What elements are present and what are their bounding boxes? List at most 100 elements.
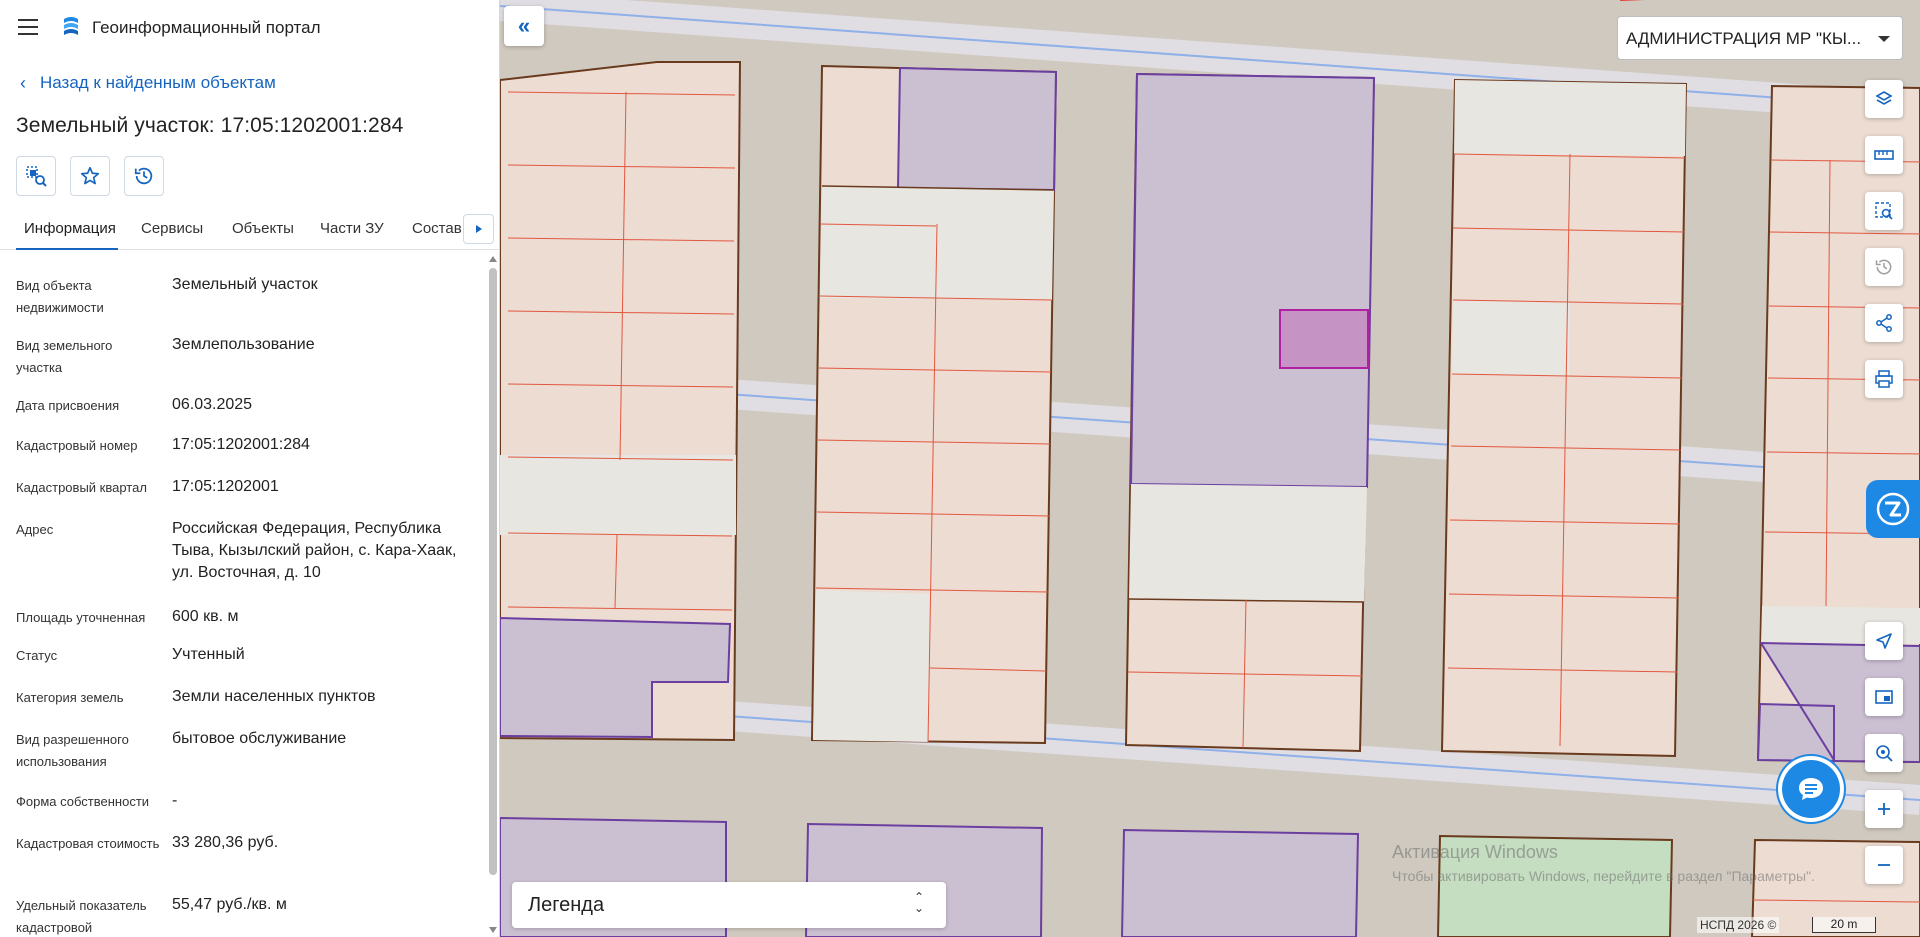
properties-list: Вид объекта недвижимости Земельный участ… — [0, 258, 485, 937]
show-on-map-button[interactable] — [16, 156, 56, 196]
prop-value: бытовое обслуживание — [172, 730, 347, 747]
prop-label: Удельный показатель кадастровой — [16, 898, 147, 935]
print-button[interactable] — [1865, 360, 1903, 398]
minimap-icon — [1875, 690, 1893, 704]
block-e — [1756, 84, 1920, 764]
block-b — [810, 64, 1058, 745]
panel-scrollbar[interactable] — [487, 254, 499, 937]
collapse-panel-button[interactable]: « — [504, 6, 544, 46]
prop-label: Кадастровый квартал — [16, 480, 147, 495]
block-d — [1440, 78, 1688, 758]
back-to-results-link[interactable]: ‹ Назад к найденным объектам — [20, 73, 276, 93]
prop-label: Кадастровый номер — [16, 438, 138, 453]
zoom-in-button[interactable] — [1865, 790, 1903, 828]
minimap-button[interactable] — [1865, 678, 1903, 716]
selected-parcel[interactable] — [1279, 309, 1369, 369]
prop-label: Вид объекта недвижимости — [16, 278, 104, 315]
prop-value: Землепользование — [172, 336, 315, 353]
history-icon — [134, 167, 153, 185]
prop-label: Вид земельного участка — [16, 338, 113, 375]
object-actions — [16, 156, 164, 196]
block-c — [1124, 72, 1376, 753]
history-map-button[interactable] — [1865, 248, 1903, 286]
print-icon — [1875, 370, 1893, 388]
chat-button[interactable] — [1782, 760, 1840, 818]
prop-label: Кадастровая стоимость — [16, 836, 160, 851]
prop-value: 17:05:1202001:284 — [172, 436, 310, 453]
tabs-scroll-right-button[interactable] — [463, 214, 494, 244]
scroll-down-arrow-icon[interactable] — [489, 927, 497, 933]
scrollbar-thumb[interactable] — [489, 268, 497, 875]
windows-activation-text: Чтобы активировать Windows, перейдите в … — [1392, 868, 1815, 884]
history-button[interactable] — [124, 156, 164, 196]
geolocation-button[interactable] — [1865, 734, 1903, 772]
prop-value: 06.03.2025 — [172, 396, 253, 413]
organization-select[interactable]: АДМИНИСТРАЦИЯ МР "КЫ... — [1617, 16, 1903, 60]
prop-label: Площадь уточненная — [16, 610, 146, 625]
tab-services[interactable]: Сервисы — [141, 220, 203, 237]
tabs-bar: Информация Сервисы Объекты Части ЗУ Сост… — [0, 212, 500, 250]
layers-icon — [1875, 91, 1893, 105]
legend-panel[interactable]: Легенда ⌃ ⌄ — [512, 882, 946, 928]
info-panel: Геоинформационный портал ‹ Назад к найде… — [0, 0, 500, 937]
back-link-label: Назад к найденным объектам — [40, 73, 276, 92]
expand-collapse-icon: ⌃ ⌄ — [913, 890, 924, 915]
tab-parts[interactable]: Части ЗУ — [320, 220, 384, 237]
map-canvas[interactable] — [500, 0, 1920, 937]
prop-label: Форма собственности — [16, 794, 150, 809]
prop-label: Дата присвоения — [16, 398, 120, 413]
scroll-up-arrow-icon[interactable] — [489, 256, 497, 262]
prop-value: - — [172, 792, 178, 809]
locate-icon — [1876, 633, 1892, 649]
history-icon — [1875, 259, 1892, 275]
legend-title: Легенда — [528, 894, 605, 916]
map-attribution: НСПД 2026 © — [1697, 917, 1780, 933]
prop-value: 17:05:1202001 — [172, 478, 279, 495]
locate-button[interactable] — [1865, 622, 1903, 660]
assistant-logo-icon — [1876, 492, 1910, 526]
prop-value: 55,47 руб./кв. м — [172, 896, 287, 913]
top-bar: Геоинформационный портал — [0, 0, 500, 56]
object-title: Земельный участок: 17:05:1202001:284 — [16, 114, 404, 137]
share-icon — [1876, 314, 1892, 332]
organization-select-value: АДМИНИСТРАЦИЯ МР "КЫ... — [1626, 29, 1862, 48]
prop-value: Земли населенных пунктов — [172, 688, 376, 705]
chat-icon — [1799, 778, 1823, 800]
active-tab-indicator — [16, 248, 118, 250]
hamburger-icon[interactable] — [18, 19, 38, 35]
zoom-out-icon — [1878, 864, 1890, 866]
double-chevron-left-icon: « — [517, 13, 531, 38]
favorite-button[interactable] — [70, 156, 110, 196]
prop-value: Учтенный — [172, 646, 245, 663]
area-select-button[interactable] — [1865, 192, 1903, 230]
prop-value: Российская Федерация, Республика Тыва, К… — [172, 520, 457, 581]
star-icon — [80, 166, 100, 185]
tab-objects[interactable]: Объекты — [232, 220, 294, 237]
zoom-in-icon — [1878, 803, 1890, 815]
map-search-icon — [26, 166, 47, 187]
tab-composition[interactable]: Состав — [412, 220, 462, 237]
prop-value: Земельный участок — [172, 276, 318, 293]
prop-label: Вид разрешенного использования — [16, 732, 129, 769]
share-button[interactable] — [1865, 304, 1903, 342]
dropdown-caret-icon — [1878, 36, 1890, 42]
assistant-tab[interactable] — [1866, 480, 1920, 538]
tab-info[interactable]: Информация — [24, 220, 116, 237]
map-scale-bar: 20 m — [1812, 917, 1876, 933]
prop-label: Статус — [16, 648, 58, 663]
ruler-button[interactable] — [1865, 136, 1903, 174]
prop-label: Адрес — [16, 522, 54, 537]
prop-value: 33 280,36 руб. — [172, 834, 279, 851]
chevron-left-icon: ‹ — [20, 73, 26, 93]
portal-logo-icon — [64, 17, 78, 35]
ruler-icon — [1874, 150, 1894, 160]
zoom-out-button[interactable] — [1865, 846, 1903, 884]
app-root: Геоинформационный портал ‹ Назад к найде… — [0, 0, 1920, 937]
map-drawing — [500, 0, 1920, 937]
geolocation-icon — [1876, 745, 1893, 762]
area-select-icon — [1875, 202, 1893, 220]
block-a — [500, 61, 742, 742]
layers-button[interactable] — [1865, 80, 1903, 118]
prop-label: Категория земель — [16, 690, 124, 705]
windows-activation-title: Активация Windows — [1392, 842, 1558, 862]
